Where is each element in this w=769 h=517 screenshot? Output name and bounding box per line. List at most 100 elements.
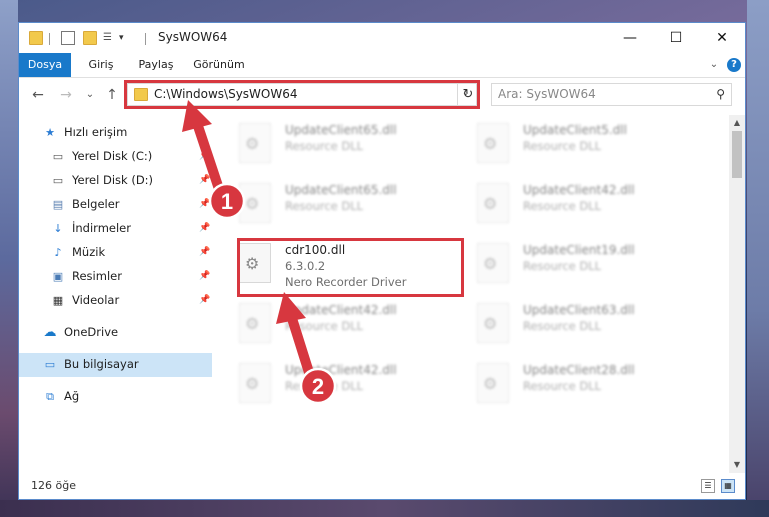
scroll-thumb[interactable] xyxy=(732,131,742,178)
sidebar-item-label: Hızlı erişim xyxy=(64,125,128,139)
file-description: Resource DLL xyxy=(523,259,602,273)
dll-file-icon: ⚙ xyxy=(239,183,271,223)
sidebar-item-local-disk-d[interactable]: ▭ Yerel Disk (D:) 📌 xyxy=(19,169,212,193)
sidebar-item-this-pc[interactable]: ▭ Bu bilgisayar xyxy=(19,353,212,377)
tab-home[interactable]: Giriş xyxy=(79,53,123,77)
scroll-up-icon[interactable]: ▲ xyxy=(729,115,745,131)
file-name: UpdateClient42.dll xyxy=(523,183,635,197)
desktop-background-right xyxy=(747,0,769,517)
sidebar-item-music[interactable]: ♪ Müzik 📌 xyxy=(19,241,212,265)
close-button[interactable]: ✕ xyxy=(699,23,745,53)
dll-file-icon: ⚙ xyxy=(239,363,271,403)
file-description: Resource DLL xyxy=(285,199,364,213)
sidebar-item-local-disk-c[interactable]: ▭ Yerel Disk (C:) 📌 xyxy=(19,145,212,169)
back-arrow-icon[interactable]: ← xyxy=(29,86,47,104)
file-description: Resource DLL xyxy=(523,139,602,153)
file-description: Resource DLL xyxy=(285,139,364,153)
sidebar-item-label: Yerel Disk (C:) xyxy=(72,149,153,163)
maximize-button[interactable]: ☐ xyxy=(653,23,699,53)
quick-access-dropdown-icon[interactable]: ▾ xyxy=(119,31,133,45)
download-icon: ↓ xyxy=(53,222,63,235)
file-item[interactable]: ⚙ UpdateClient42.dll Resource DLL xyxy=(235,359,459,419)
ribbon-tabs: Dosya Giriş Paylaş Görünüm ⌄ ? xyxy=(19,53,745,78)
tab-view[interactable]: Görünüm xyxy=(189,53,249,77)
sidebar-item-documents[interactable]: ▤ Belgeler 📌 xyxy=(19,193,212,217)
dll-file-icon: ⚙ xyxy=(477,363,509,403)
file-description: Resource DLL xyxy=(285,319,364,333)
tab-file[interactable]: Dosya xyxy=(19,53,71,77)
tab-share[interactable]: Paylaş xyxy=(131,53,181,77)
cloud-icon: ☁ xyxy=(43,325,57,340)
expand-ribbon-icon[interactable]: ⌄ xyxy=(707,58,721,72)
window-title: SysWOW64 xyxy=(158,30,228,44)
sidebar-item-label: Yerel Disk (D:) xyxy=(72,173,154,187)
file-explorer-window: ☰ ▾ SysWOW64 — ☐ ✕ Dosya Giriş Paylaş Gö… xyxy=(18,22,746,500)
sidebar-item-network[interactable]: ⧉ Ağ xyxy=(19,385,212,409)
sidebar-item-label: Müzik xyxy=(72,245,106,259)
scroll-down-icon[interactable]: ▼ xyxy=(729,457,745,473)
gear-icon: ⚙ xyxy=(245,194,260,213)
pin-icon[interactable]: 📌 xyxy=(199,198,210,210)
file-name: UpdateClient42.dll xyxy=(285,303,397,317)
file-name: UpdateClient65.dll xyxy=(285,183,397,197)
folder-icon xyxy=(29,31,43,45)
help-icon[interactable]: ? xyxy=(727,58,741,72)
image-icon: ▣ xyxy=(52,270,64,283)
gear-icon: ⚙ xyxy=(483,134,498,153)
file-item[interactable]: ⚙ UpdateClient19.dll Resource DLL xyxy=(473,239,697,299)
document-icon: ▤ xyxy=(52,198,64,211)
gear-icon: ⚙ xyxy=(483,374,498,393)
details-view-icon[interactable]: ☰ xyxy=(701,479,715,493)
file-item[interactable]: ⚙ UpdateClient5.dll Resource DLL xyxy=(473,119,697,179)
sidebar-item-label: Resimler xyxy=(72,269,122,283)
file-list: ⚙ UpdateClient65.dll Resource DLL ⚙ Upda… xyxy=(215,115,729,473)
pin-icon[interactable]: 📌 xyxy=(199,294,210,306)
sidebar-item-label: Ağ xyxy=(64,389,80,403)
sidebar-item-label: İndirmeler xyxy=(72,221,131,235)
sidebar-item-videos[interactable]: ▦ Videolar 📌 xyxy=(19,289,212,313)
file-name: UpdateClient28.dll xyxy=(523,363,635,377)
sidebar-item-onedrive[interactable]: ☁ OneDrive xyxy=(19,321,212,345)
gear-icon: ⚙ xyxy=(245,374,260,393)
sidebar-item-quick-access[interactable]: ★ Hızlı erişim xyxy=(19,121,212,145)
dll-file-icon: ⚙ xyxy=(477,243,509,283)
file-item[interactable]: ⚙ UpdateClient65.dll Resource DLL xyxy=(235,119,459,179)
drive-icon: ▭ xyxy=(52,174,64,187)
vertical-scrollbar[interactable]: ▲ ▼ xyxy=(729,115,745,473)
status-bar: 126 öğe ☰ ▦ xyxy=(19,474,745,499)
file-item[interactable]: ⚙ UpdateClient63.dll Resource DLL xyxy=(473,299,697,359)
file-item[interactable]: ⚙ UpdateClient42.dll Resource DLL xyxy=(235,299,459,359)
pin-icon[interactable]: 📌 xyxy=(199,150,210,162)
tiles-view-icon[interactable]: ▦ xyxy=(721,479,735,493)
new-folder-icon[interactable] xyxy=(83,31,97,45)
file-name: UpdateClient63.dll xyxy=(523,303,635,317)
separator xyxy=(49,33,50,45)
gear-icon: ⚙ xyxy=(483,314,498,333)
item-count: 126 öğe xyxy=(31,479,76,492)
minimize-button[interactable]: — xyxy=(607,23,653,53)
sidebar-item-downloads[interactable]: ↓ İndirmeler 📌 xyxy=(19,217,212,241)
file-name: UpdateClient19.dll xyxy=(523,243,635,257)
pin-icon[interactable]: 📌 xyxy=(199,270,210,282)
search-input[interactable]: Ara: SysWOW64 ⚲ xyxy=(491,83,732,106)
customize-toolbar-icon[interactable]: ☰ xyxy=(103,31,117,45)
pin-icon[interactable]: 📌 xyxy=(199,222,210,234)
video-icon: ▦ xyxy=(52,294,64,307)
recent-locations-icon[interactable]: ⌄ xyxy=(81,86,99,104)
file-description: Resource DLL xyxy=(285,379,364,393)
file-name: UpdateClient65.dll xyxy=(285,123,397,137)
title-bar: ☰ ▾ SysWOW64 — ☐ ✕ xyxy=(19,23,745,53)
file-item[interactable]: ⚙ UpdateClient28.dll Resource DLL xyxy=(473,359,697,419)
properties-icon[interactable] xyxy=(61,31,75,45)
search-icon[interactable]: ⚲ xyxy=(716,87,725,101)
file-item[interactable]: ⚙ UpdateClient42.dll Resource DLL xyxy=(473,179,697,239)
file-name: UpdateClient5.dll xyxy=(523,123,627,137)
forward-arrow-icon[interactable]: → xyxy=(57,86,75,104)
sidebar-item-label: Belgeler xyxy=(72,197,120,211)
pin-icon[interactable]: 📌 xyxy=(199,174,210,186)
file-item[interactable]: ⚙ UpdateClient65.dll Resource DLL xyxy=(235,179,459,239)
pin-icon[interactable]: 📌 xyxy=(199,246,210,258)
up-arrow-icon[interactable]: ↑ xyxy=(103,86,121,104)
address-highlight-box xyxy=(124,80,480,109)
sidebar-item-pictures[interactable]: ▣ Resimler 📌 xyxy=(19,265,212,289)
